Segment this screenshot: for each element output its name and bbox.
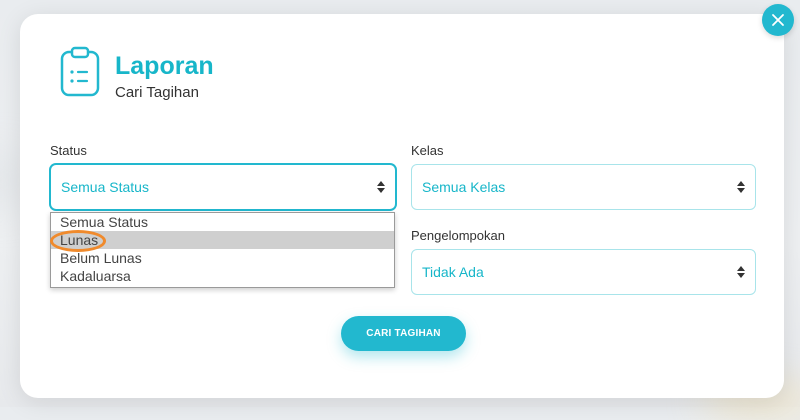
sort-arrows-icon — [377, 181, 385, 193]
pengelompokan-select[interactable]: Tidak Ada — [411, 249, 756, 295]
status-option[interactable]: Belum Lunas — [51, 249, 394, 267]
modal-title: Laporan — [115, 52, 214, 80]
pengelompokan-select-value: Tidak Ada — [422, 264, 484, 280]
kelas-select[interactable]: Semua Kelas — [411, 164, 756, 210]
status-select[interactable]: Semua Status — [50, 164, 396, 210]
sort-arrows-icon — [737, 181, 745, 193]
status-option[interactable]: Kadaluarsa — [51, 267, 394, 285]
close-button[interactable] — [762, 4, 794, 36]
status-label: Status — [50, 143, 87, 158]
close-icon — [772, 14, 784, 26]
status-option-lunas[interactable]: Lunas — [51, 231, 394, 249]
pengelompokan-label: Pengelompokan — [411, 228, 505, 243]
status-select-value: Semua Status — [61, 179, 149, 195]
modal-subtitle: Cari Tagihan — [115, 84, 199, 101]
sort-arrows-icon — [737, 266, 745, 278]
status-dropdown-list: Semua Status Lunas Belum Lunas Kadaluars… — [50, 212, 395, 288]
kelas-label: Kelas — [411, 143, 444, 158]
clipboard-list-icon — [60, 46, 100, 97]
search-bill-button[interactable]: CARI TAGIHAN — [341, 316, 466, 351]
status-option[interactable]: Semua Status — [51, 213, 394, 231]
kelas-select-value: Semua Kelas — [422, 179, 506, 195]
